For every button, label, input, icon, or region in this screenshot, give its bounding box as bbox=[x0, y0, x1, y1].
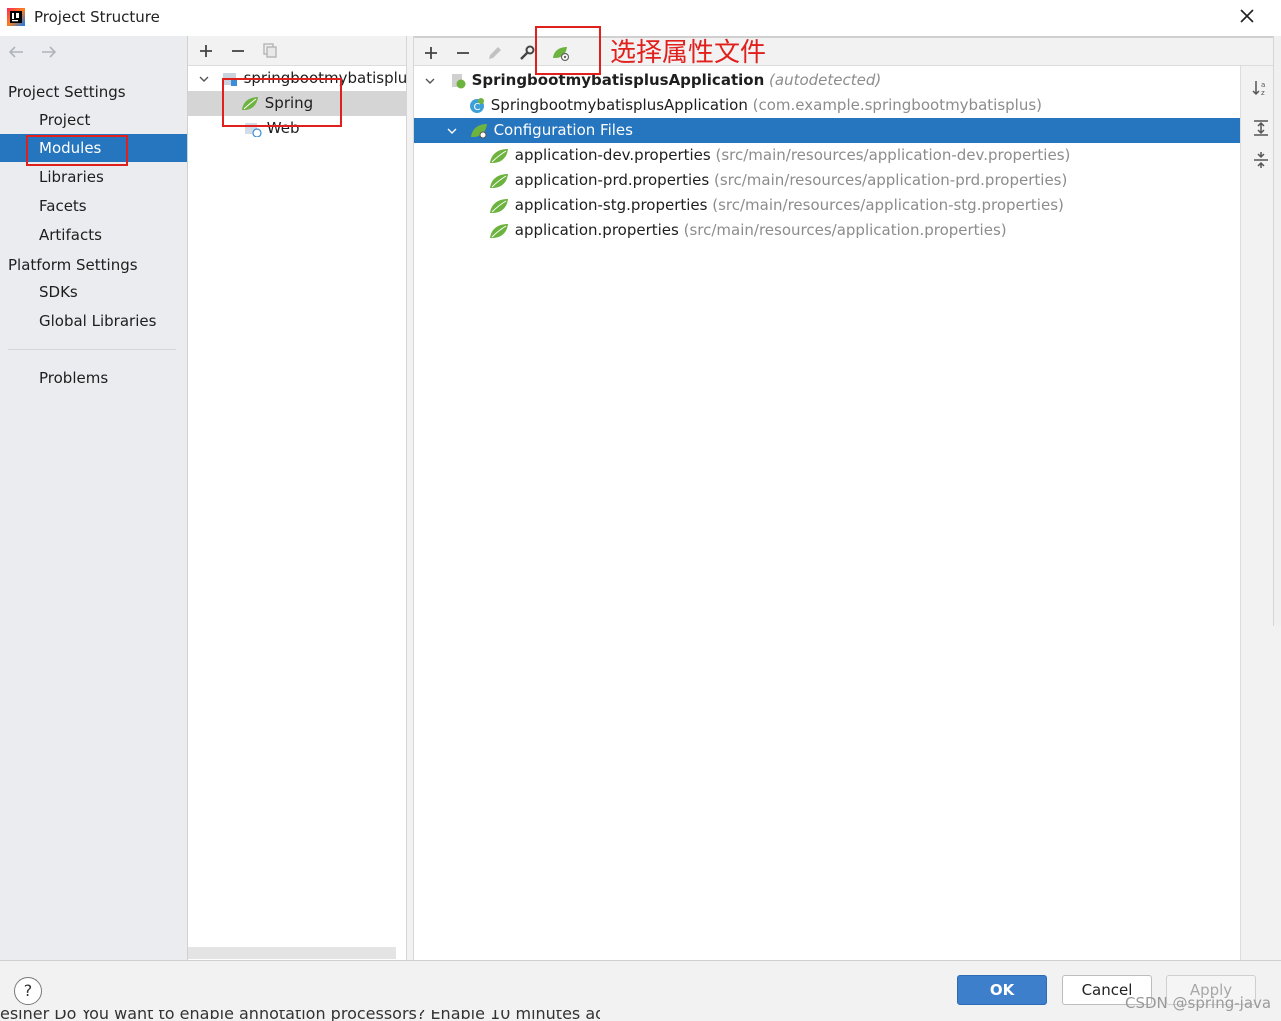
close-icon[interactable] bbox=[1236, 5, 1258, 27]
annotation-box-config-button bbox=[535, 26, 601, 75]
config-file-name: application-prd.properties bbox=[514, 171, 710, 189]
spring-properties-icon bbox=[490, 198, 508, 213]
background-window-edge bbox=[1273, 36, 1281, 626]
nav-arrows bbox=[6, 44, 67, 64]
ok-button[interactable]: OK bbox=[957, 975, 1047, 1005]
application-package: (com.example.springbootmybatisplus) bbox=[752, 96, 1042, 114]
config-file-path: (src/main/resources/application-dev.prop… bbox=[715, 146, 1071, 164]
nav-separator bbox=[8, 349, 176, 350]
add-icon[interactable] bbox=[422, 44, 440, 62]
title-bar: Project Structure bbox=[0, 0, 1281, 36]
intellij-app-icon bbox=[7, 8, 25, 26]
spring-properties-icon bbox=[490, 148, 508, 163]
nav-project-settings-header: Project Settings bbox=[8, 83, 126, 101]
spring-properties-icon bbox=[490, 173, 508, 188]
chevron-down-icon[interactable] bbox=[198, 73, 210, 85]
expand-all-icon[interactable] bbox=[1251, 118, 1271, 138]
panel-splitter[interactable] bbox=[406, 36, 414, 960]
watermark: CSDN @spring-java bbox=[1125, 994, 1272, 1012]
tree-row-application-class[interactable]: C SpringbootmybatisplusApplication (com.… bbox=[414, 93, 1240, 118]
copy-icon[interactable] bbox=[261, 42, 279, 60]
sort-alphabetically-icon[interactable]: az bbox=[1251, 78, 1271, 98]
module-tree-toolbar bbox=[188, 36, 408, 66]
annotation-box-spring bbox=[222, 78, 342, 127]
application-class-name: SpringbootmybatisplusApplication bbox=[490, 96, 748, 114]
tree-row-configuration-files[interactable]: Configuration Files bbox=[414, 118, 1240, 143]
nav-item-project[interactable]: Project bbox=[0, 106, 187, 134]
autodetected-label: (autodetected) bbox=[769, 71, 882, 89]
collapse-all-icon[interactable] bbox=[1251, 150, 1271, 170]
background-notification-text: esiner Do You want to enable annotation … bbox=[0, 1010, 600, 1021]
spring-properties-icon bbox=[490, 223, 508, 238]
tree-row-config-file[interactable]: application.properties (src/main/resourc… bbox=[414, 218, 1240, 243]
nav-item-libraries[interactable]: Libraries bbox=[0, 163, 187, 191]
nav-item-facets[interactable]: Facets bbox=[0, 192, 187, 220]
module-tree-panel: springbootmybatisplus Spring Web bbox=[187, 36, 415, 960]
spring-facet-panel: SpringbootmybatisplusApplication (autode… bbox=[414, 36, 1281, 960]
window-title: Project Structure bbox=[34, 8, 160, 26]
configuration-files-label: Configuration Files bbox=[493, 121, 633, 139]
annotation-box-modules bbox=[26, 135, 128, 166]
forward-arrow-icon[interactable] bbox=[39, 44, 59, 60]
add-icon[interactable] bbox=[197, 42, 215, 60]
tree-row-config-file[interactable]: application-stg.properties (src/main/res… bbox=[414, 193, 1240, 218]
help-button[interactable]: ? bbox=[14, 977, 42, 1005]
tree-row-config-file[interactable]: application-dev.properties (src/main/res… bbox=[414, 143, 1240, 168]
back-arrow-icon[interactable] bbox=[6, 44, 26, 60]
svg-text:C: C bbox=[474, 102, 481, 113]
nav-platform-settings-header: Platform Settings bbox=[8, 256, 138, 274]
settings-sidebar: Project Settings Project Modules Librari… bbox=[0, 36, 187, 960]
edit-pencil-icon[interactable] bbox=[486, 44, 504, 62]
tree-row-config-file[interactable]: application-prd.properties (src/main/res… bbox=[414, 168, 1240, 193]
config-file-name: application.properties bbox=[514, 221, 679, 239]
config-file-name: application-stg.properties bbox=[514, 196, 708, 214]
config-file-path: (src/main/resources/application-prd.prop… bbox=[713, 171, 1068, 189]
chevron-down-icon[interactable] bbox=[424, 75, 436, 87]
annotation-text: 选择属性文件 bbox=[610, 38, 767, 68]
svg-text:a: a bbox=[1261, 81, 1265, 89]
config-file-path: (src/main/resources/application.properti… bbox=[683, 221, 1007, 239]
spring-config-icon bbox=[470, 123, 487, 138]
application-name: SpringbootmybatisplusApplication bbox=[471, 71, 765, 89]
horizontal-scrollbar[interactable] bbox=[188, 947, 396, 959]
nav-item-artifacts[interactable]: Artifacts bbox=[0, 221, 187, 249]
chevron-down-icon[interactable] bbox=[446, 125, 458, 137]
spring-context-icon bbox=[451, 73, 466, 88]
svg-text:z: z bbox=[1261, 89, 1265, 97]
spring-boot-class-icon: C bbox=[470, 97, 484, 113]
nav-item-sdks[interactable]: SDKs bbox=[0, 278, 187, 306]
config-file-name: application-dev.properties bbox=[514, 146, 711, 164]
remove-icon[interactable] bbox=[454, 44, 472, 62]
nav-item-problems[interactable]: Problems bbox=[0, 364, 187, 392]
nav-item-global-libraries[interactable]: Global Libraries bbox=[0, 307, 187, 335]
remove-icon[interactable] bbox=[229, 42, 247, 60]
config-file-path: (src/main/resources/application-stg.prop… bbox=[712, 196, 1064, 214]
wrench-icon[interactable] bbox=[518, 44, 536, 62]
